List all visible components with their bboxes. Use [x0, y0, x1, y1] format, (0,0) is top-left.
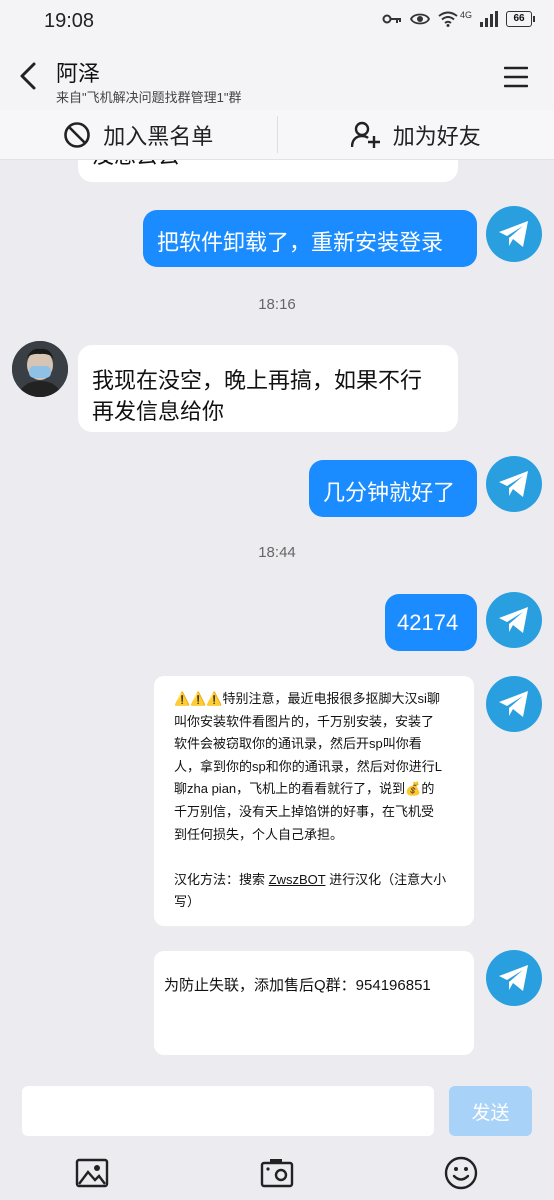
- notice-line: 写）: [174, 894, 201, 910]
- notice-card[interactable]: ⚠️⚠️⚠️特别注意，最近电报很多抠脚大汉si聊 叫你安装软件看图片的，千万别安…: [154, 676, 474, 926]
- eye-icon: [409, 13, 430, 25]
- notice-text-segment: 进行汉化（注意大小: [325, 871, 447, 887]
- notice-text: 为防止失联，添加售后Q群：954196851: [164, 977, 431, 994]
- message-input[interactable]: [22, 1086, 434, 1136]
- message-text-line: 我现在没空，晚上再搞，如果不行: [92, 368, 423, 393]
- emoji-button[interactable]: [444, 1156, 478, 1190]
- sender-avatar: [486, 592, 542, 648]
- camera-icon: [260, 1159, 294, 1188]
- person-photo-icon: [12, 341, 68, 397]
- message-text: 几分钟就好了: [323, 480, 456, 505]
- message-text-line: 再发信息给你: [92, 399, 225, 424]
- back-arrow-icon: [20, 62, 36, 90]
- signal-icon: [480, 11, 498, 27]
- add-user-icon: [350, 121, 380, 148]
- chat-subtitle: 来自"飞机解决问题找群管理1"群: [56, 90, 242, 105]
- send-button[interactable]: 发送: [449, 1086, 532, 1136]
- status-time: 19:08: [44, 10, 95, 32]
- camera-button[interactable]: [260, 1156, 294, 1190]
- add-friend-button[interactable]: 加为好友: [278, 110, 554, 159]
- message-text: 没想去去: [92, 160, 180, 170]
- notice-line: 到任何损失，个人自己承担。: [174, 826, 344, 842]
- block-icon: [64, 121, 91, 148]
- menu-button[interactable]: [503, 66, 529, 88]
- back-button[interactable]: [12, 58, 44, 94]
- telegram-icon: [499, 471, 528, 497]
- chat-header: 阿泽 来自"飞机解决问题找群管理1"群: [0, 44, 554, 110]
- message-bubble-out[interactable]: 42174: [385, 594, 477, 651]
- notice-line: 汉化方法：搜索 ZwszBOT 进行汉化（注意大小: [174, 869, 446, 892]
- message-text: 把软件卸载了，重新安装登录: [157, 230, 444, 255]
- notice-text: ⚠️⚠️⚠️特别注意，最近电报很多抠脚大汉si聊 叫你安装软件看图片的，千万别安…: [174, 688, 446, 914]
- notice-line: 软件会被窃取你的通讯录，然后开sp叫你看: [174, 736, 422, 752]
- timestamp: 18:16: [258, 296, 296, 313]
- chat-area[interactable]: 没想去去 把软件卸载了，重新安装登录 18:16 我现在没空，晚上再搞，如果不行…: [0, 160, 554, 1078]
- message-bubble-out[interactable]: 把软件卸载了，重新安装登录: [143, 210, 477, 267]
- message-bubble-out[interactable]: 几分钟就好了: [309, 460, 477, 517]
- bot-link[interactable]: ZwszBOT: [269, 872, 326, 887]
- notice-line: 聊zha pian，飞机上的看看就行了，说到💰的: [174, 781, 435, 797]
- input-bar: 发送: [0, 1078, 554, 1144]
- notice-line: ⚠️⚠️⚠️特别注意，最近电报很多抠脚大汉si聊: [174, 691, 440, 706]
- telegram-icon: [499, 221, 528, 247]
- block-label: 加入黑名单: [103, 123, 214, 149]
- sender-avatar: [486, 206, 542, 262]
- notice-line: 人，拿到你的sp和你的通讯录，然后对你进行L: [174, 758, 442, 774]
- message-bubble-in[interactable]: 我现在没空，晚上再搞，如果不行 再发信息给你: [78, 345, 458, 432]
- telegram-icon: [499, 965, 528, 991]
- chat-title: 阿泽: [56, 61, 101, 86]
- wifi-icon: [438, 11, 458, 27]
- status-bar: 19:08 4G 66: [0, 0, 554, 44]
- sender-avatar: [486, 676, 542, 732]
- message-text: 42174: [397, 610, 459, 635]
- notice-line: 叫你安装软件看图片的，千万别安装，安装了: [174, 713, 435, 729]
- key-icon: [382, 14, 401, 24]
- notice-text-segment: 汉化方法：搜索: [174, 871, 269, 887]
- action-bar: 加入黑名单 加为好友: [0, 110, 554, 160]
- timestamp: 18:44: [258, 544, 296, 561]
- sender-avatar: [486, 456, 542, 512]
- image-icon: [75, 1158, 109, 1188]
- sender-avatar: [486, 950, 542, 1006]
- telegram-icon: [499, 607, 528, 633]
- add-friend-label: 加为好友: [392, 123, 481, 149]
- notice-line: 千万别信，没有天上掉馅饼的好事，在飞机受: [174, 803, 435, 819]
- network-label: 4G: [459, 10, 472, 20]
- bottom-toolbar: [0, 1144, 554, 1200]
- notice-card[interactable]: 为防止失联，添加售后Q群：954196851: [154, 951, 474, 1055]
- notice-spacer: [174, 846, 446, 869]
- menu-icon: [503, 66, 529, 88]
- emoji-icon: [444, 1156, 478, 1190]
- block-button[interactable]: 加入黑名单: [0, 110, 277, 159]
- battery-icon: 66: [506, 11, 535, 27]
- status-icons: 4G 66: [382, 10, 535, 27]
- message-bubble-partial[interactable]: 没想去去: [78, 160, 458, 182]
- image-button[interactable]: [75, 1156, 109, 1190]
- contact-avatar[interactable]: [12, 341, 68, 397]
- telegram-icon: [499, 691, 528, 717]
